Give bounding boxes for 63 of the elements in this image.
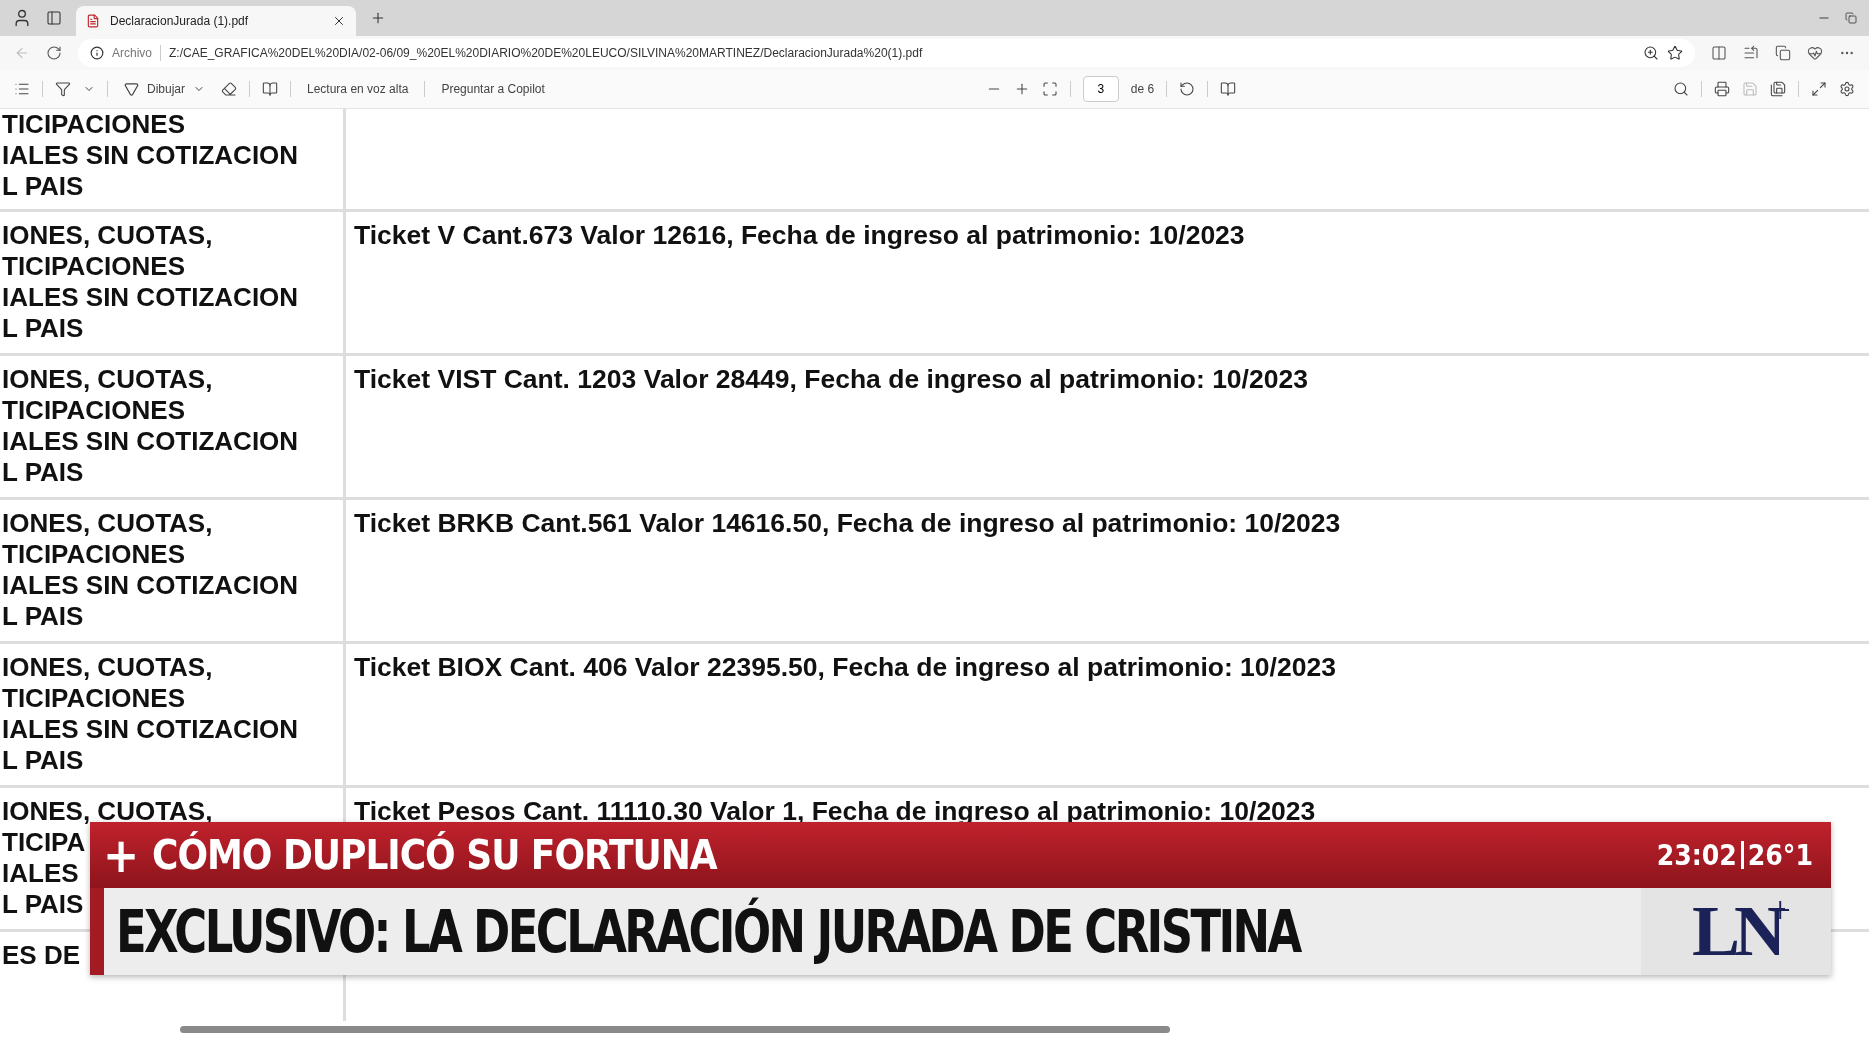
table-cell-text: Ticket VIST Cant. 1203 Valor 28449, Fecha de ingreso al patrimonio: 10/2023 xyxy=(354,364,1308,394)
rotate-icon[interactable] xyxy=(1179,81,1196,97)
table-cell-text: TICIPACIONES xyxy=(2,109,185,140)
tab-actions-icon[interactable] xyxy=(46,10,62,26)
browser-tab[interactable]: DeclaracionJurada (1).pdf xyxy=(76,6,356,36)
table-cell-text: TICIPACIONES xyxy=(2,683,185,714)
table-cell-text: IALES SIN COTIZACION xyxy=(2,140,299,171)
table-cell-text: TICIPA xyxy=(2,827,86,858)
table-cell-text: Ticket BIOX Cant. 406 Valor 22395.50, Fecha de ingreso al patrimonio: 10/2023 xyxy=(354,652,1336,682)
new-tab-icon[interactable] xyxy=(370,10,386,26)
table-cell-text: L PAIS xyxy=(2,889,84,920)
table-cell-text: IALES SIN COTIZACION xyxy=(2,426,299,457)
table-cell-text: IALES SIN COTIZACION xyxy=(2,714,299,745)
table-cell-text: ES DE xyxy=(2,940,81,971)
page-view-icon[interactable] xyxy=(1220,81,1237,97)
clock-time: 23:02 xyxy=(1656,838,1738,872)
contents-icon[interactable] xyxy=(14,81,30,97)
draw-button[interactable]: Dibujar xyxy=(120,79,209,99)
info-icon xyxy=(90,46,104,60)
restore-icon[interactable] xyxy=(1845,12,1857,24)
table-cell-text: IONES, CUOTAS, xyxy=(2,364,213,395)
table-cell-text: Ticket Pesos Cant. 11110.30 Valor 1, Fecha de ingreso al patrimonio: 10/2023 xyxy=(354,796,1316,826)
print-icon[interactable] xyxy=(1714,81,1730,97)
eraser-icon[interactable] xyxy=(221,81,237,97)
address-field[interactable]: Archivo Z:/CAE_GRAFICA%20DEL%20DIA/02-06/09_%20EL%20DIARIO%20DE%20LEUCO/SILVINA%20MARTINEZ/DeclaracionJurada%20(1).pdf xyxy=(78,39,1695,67)
banner-kicker: CÓMO DUPLICÓ SU FORTUNA xyxy=(152,832,719,878)
reload-icon[interactable] xyxy=(46,45,62,61)
table-cell-text: L PAIS xyxy=(2,313,84,344)
save-as-icon[interactable] xyxy=(1770,81,1786,97)
table-cell-text: L PAIS xyxy=(2,601,84,632)
table-cell-text: L PAIS xyxy=(2,745,84,776)
favorite-star-icon[interactable] xyxy=(1667,45,1683,61)
page-total: de 6 xyxy=(1130,82,1155,96)
fullscreen-icon[interactable] xyxy=(1811,81,1827,97)
ask-copilot-button[interactable]: Preguntar a Copilot xyxy=(437,80,549,98)
page-number-field[interactable]: 3 xyxy=(1082,76,1119,102)
table-cell-text: IONES, CUOTAS, xyxy=(2,652,213,683)
pdf-file-icon xyxy=(86,14,100,28)
table-cell-text: L PAIS xyxy=(2,457,84,488)
table-cell-text: IONES, CUOTAS, xyxy=(2,796,213,827)
close-icon[interactable] xyxy=(332,14,346,28)
table-cell-text: Ticket BRKB Cant.561 Valor 14616.50, Fecha de ingreso al patrimonio: 10/2023 xyxy=(354,508,1341,538)
table-cell-text: L PAIS xyxy=(2,171,84,202)
temperature: 26°1 xyxy=(1746,838,1814,872)
read-aloud-button[interactable]: Lectura en voz alta xyxy=(303,80,413,98)
table-cell-text: IONES, CUOTAS, xyxy=(2,508,213,539)
table-cell-text: IALES xyxy=(2,858,79,889)
table-cell-text: TICIPACIONES xyxy=(2,395,185,426)
plus-mark: + xyxy=(101,827,141,883)
split-screen-icon[interactable] xyxy=(1711,45,1727,61)
table-cell-text: IONES, CUOTAS, xyxy=(2,220,213,251)
search-icon[interactable] xyxy=(1673,81,1689,97)
collections-icon[interactable] xyxy=(1775,45,1791,61)
table-cell-text: IALES SIN COTIZACION xyxy=(2,570,299,601)
fit-page-icon[interactable] xyxy=(1041,81,1058,97)
table-cell-text: TICIPACIONES xyxy=(2,539,185,570)
table-cell-text: Ticket V Cant.673 Valor 12616, Fecha de ingreso al patrimonio: 10/2023 xyxy=(354,220,1245,250)
zoom-icon[interactable] xyxy=(1643,45,1659,61)
scrollbar-thumb[interactable] xyxy=(180,1025,1170,1033)
settings-icon[interactable] xyxy=(1839,81,1855,97)
banner-headline: EXCLUSIVO: LA DECLARACIÓN JURADA DE CRISTINA xyxy=(115,897,1302,966)
table-cell-text: IALES SIN COTIZACION xyxy=(2,282,299,313)
table-cell-text: TICIPACIONES xyxy=(2,251,185,282)
